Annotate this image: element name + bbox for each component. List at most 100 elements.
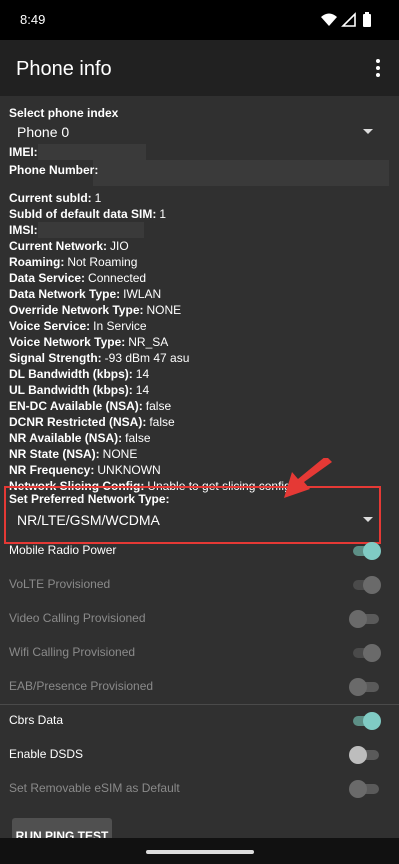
info-label: NR State (NSA): bbox=[9, 447, 100, 461]
more-vert-icon[interactable] bbox=[371, 56, 385, 80]
info-label: IMSI: bbox=[9, 223, 38, 237]
preferred-network-spinner[interactable]: NR/LTE/GSM/WCDMA bbox=[9, 508, 381, 532]
toggle-row: Video Calling Provisioned bbox=[0, 602, 399, 636]
toggle-row: Cbrs Data bbox=[0, 704, 399, 738]
battery-icon bbox=[363, 12, 371, 27]
toggle-label: Video Calling Provisioned bbox=[9, 611, 146, 625]
info-label: IMEI: bbox=[9, 145, 38, 159]
red-arrow-icon bbox=[284, 458, 332, 498]
info-value: IWLAN bbox=[123, 287, 162, 301]
toggle-switch[interactable] bbox=[349, 610, 381, 628]
toggle-row: Set Removable eSIM as Default bbox=[0, 772, 399, 806]
phone-index-spinner[interactable]: Phone 0 bbox=[9, 120, 381, 144]
app-bar: Phone info bbox=[0, 40, 399, 96]
info-value: 1 bbox=[94, 191, 102, 205]
status-bar: 8:49 bbox=[0, 0, 399, 40]
info-value: In Service bbox=[93, 319, 147, 333]
toggle-row: VoLTE Provisioned bbox=[0, 568, 399, 602]
info-label: Data Network Type: bbox=[9, 287, 121, 301]
switch-thumb bbox=[363, 712, 381, 730]
info-value: JIO bbox=[110, 239, 129, 253]
toggle-switch[interactable] bbox=[349, 746, 381, 764]
info-label: SubId of default data SIM: bbox=[9, 207, 157, 221]
toggle-label: Enable DSDS bbox=[9, 747, 84, 761]
info-value: NONE bbox=[102, 447, 138, 461]
info-value: 14 bbox=[135, 383, 150, 397]
info-row-imei: IMEI: bbox=[9, 144, 41, 159]
info-row-endc-available: EN-DC Available (NSA): false bbox=[9, 398, 171, 413]
info-label: NR Available (NSA): bbox=[9, 431, 123, 445]
info-row-data-service: Data Service: Connected bbox=[9, 270, 146, 285]
info-label: NR Frequency: bbox=[9, 463, 95, 477]
info-row-signal-strength: Signal Strength: -93 dBm 47 asu bbox=[9, 350, 189, 365]
phone-number-redaction bbox=[93, 160, 389, 186]
info-label: Signal Strength: bbox=[9, 351, 102, 365]
info-label: Data Service: bbox=[9, 271, 86, 285]
info-row-dl-bandwidth: DL Bandwidth (kbps): 14 bbox=[9, 366, 149, 381]
info-value: false bbox=[149, 415, 175, 429]
info-row-current-subid: Current subId: 1 bbox=[9, 190, 101, 205]
imei-redaction bbox=[38, 144, 146, 160]
info-label: Voice Service: bbox=[9, 319, 91, 333]
switch-thumb bbox=[363, 542, 381, 560]
toggle-label: Wifi Calling Provisioned bbox=[9, 645, 136, 659]
phone-index-label: Select phone index bbox=[9, 106, 119, 120]
info-row-voice-network-type: Voice Network Type: NR_SA bbox=[9, 334, 168, 349]
toggle-label: VoLTE Provisioned bbox=[9, 577, 111, 591]
toggle-switch[interactable] bbox=[351, 644, 381, 662]
page-title: Phone info bbox=[16, 58, 112, 80]
info-value: NONE bbox=[146, 303, 182, 317]
wifi-icon bbox=[321, 13, 337, 26]
preferred-network-label: Set Preferred Network Type: bbox=[9, 492, 170, 506]
switch-thumb bbox=[349, 678, 367, 696]
content: Select phone index Phone 0 IMEI: Phone Nu… bbox=[0, 96, 399, 864]
toggle-row: EAB/Presence Provisioned bbox=[0, 670, 399, 704]
info-row-imsi: IMSI: bbox=[9, 222, 41, 237]
switch-thumb bbox=[363, 644, 381, 662]
toggle-row: Mobile Radio Power bbox=[0, 534, 399, 568]
toggle-switch[interactable] bbox=[349, 678, 381, 696]
info-row-current-network: Current Network: JIO bbox=[9, 238, 129, 253]
info-row-subid-default: SubId of default data SIM: 1 bbox=[9, 206, 166, 221]
info-label: Voice Network Type: bbox=[9, 335, 126, 349]
toggle-row: Enable DSDS bbox=[0, 738, 399, 772]
info-value: 1 bbox=[159, 207, 167, 221]
info-row-nr-state: NR State (NSA): NONE bbox=[9, 446, 137, 461]
switch-thumb bbox=[349, 610, 367, 628]
info-label: DCNR Restricted (NSA): bbox=[9, 415, 147, 429]
info-row-data-network-type: Data Network Type: IWLAN bbox=[9, 286, 161, 301]
info-label: Current Network: bbox=[9, 239, 108, 253]
toggle-switch[interactable] bbox=[349, 780, 381, 798]
info-row-phone-number: Phone Number: bbox=[9, 162, 101, 177]
info-row-ul-bandwidth: UL Bandwidth (kbps): 14 bbox=[9, 382, 149, 397]
info-label: EN-DC Available (NSA): bbox=[9, 399, 143, 413]
status-time: 8:49 bbox=[20, 12, 46, 27]
info-value: false bbox=[125, 431, 151, 445]
toggle-label: EAB/Presence Provisioned bbox=[9, 679, 154, 693]
info-value: Not Roaming bbox=[67, 255, 138, 269]
info-label: Roaming: bbox=[9, 255, 65, 269]
home-handle[interactable] bbox=[146, 850, 254, 854]
info-value: 14 bbox=[135, 367, 150, 381]
info-row-voice-service: Voice Service: In Service bbox=[9, 318, 147, 333]
info-value: Connected bbox=[88, 271, 147, 285]
cellular-icon bbox=[341, 12, 356, 27]
info-row-dcnr-restricted: DCNR Restricted (NSA): false bbox=[9, 414, 175, 429]
navigation-bar bbox=[0, 838, 399, 864]
switch-thumb bbox=[363, 576, 381, 594]
info-label: DL Bandwidth (kbps): bbox=[9, 367, 133, 381]
toggle-switch[interactable] bbox=[351, 712, 381, 730]
toggle-label: Set Removable eSIM as Default bbox=[9, 781, 180, 795]
toggle-label: Cbrs Data bbox=[9, 713, 64, 727]
toggle-row: Wifi Calling Provisioned bbox=[0, 636, 399, 670]
preferred-network-value: NR/LTE/GSM/WCDMA bbox=[17, 512, 160, 528]
toggle-switch[interactable] bbox=[351, 542, 381, 560]
info-label: Override Network Type: bbox=[9, 303, 144, 317]
status-icons bbox=[321, 12, 371, 27]
info-value: UNKNOWN bbox=[97, 463, 161, 477]
info-value: false bbox=[145, 399, 172, 413]
toggle-label: Mobile Radio Power bbox=[9, 543, 117, 557]
info-row-roaming: Roaming: Not Roaming bbox=[9, 254, 137, 269]
info-label: UL Bandwidth (kbps): bbox=[9, 383, 133, 397]
toggle-switch[interactable] bbox=[351, 576, 381, 594]
